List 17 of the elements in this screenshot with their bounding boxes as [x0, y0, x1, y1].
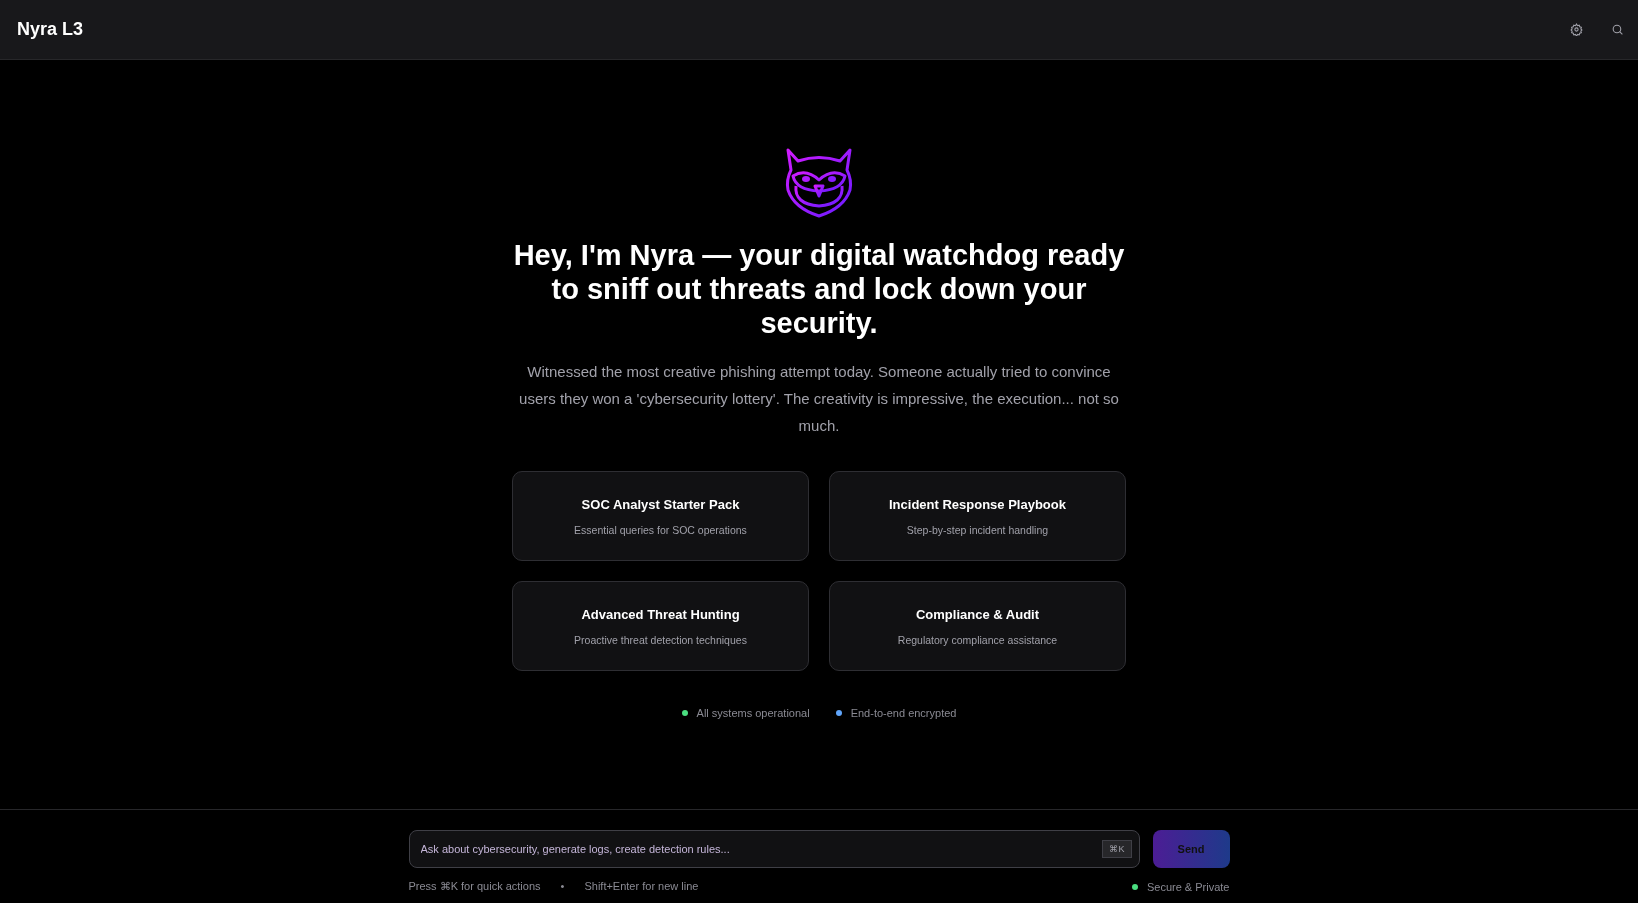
app-title: Nyra L3: [17, 19, 84, 40]
search-icon[interactable]: [1611, 23, 1624, 36]
hint-text: Press ⌘K for quick actions: [408, 880, 541, 893]
hint-text: Shift+Enter for new line: [584, 880, 699, 893]
owl-logo-icon: [784, 146, 854, 218]
prompt-card[interactable]: Incident Response Playbook Step-by-step incident handling: [829, 471, 1126, 561]
hint-text: •: [560, 880, 565, 893]
prompt-card[interactable]: SOC Analyst Starter Pack Essential queries for SOC operations: [512, 471, 809, 561]
shortcut-key: ⌘K: [1102, 840, 1132, 858]
hero-subtitle: Witnessed the most creative phishing attempt today. Someone actually tried to convince users they won a 'cybersecurity lottery'. The creativity is impressive, the execution... not so much.: [519, 362, 1119, 436]
prompt-card[interactable]: Advanced Threat Hunting Proactive threat detection techniques: [512, 581, 809, 671]
status-label: End-to-end encrypted: [850, 707, 957, 719]
settings-icon[interactable]: [1570, 23, 1583, 36]
prompt-card[interactable]: Compliance & Audit Regulatory compliance assistance: [829, 581, 1126, 671]
status-label: All systems operational: [696, 707, 810, 719]
hero-heading: Hey, I'm Nyra — your digital watchdog ready to sniff out threats and lock down your security.: [512, 238, 1126, 340]
secure-label: Secure & Private: [1146, 880, 1230, 893]
